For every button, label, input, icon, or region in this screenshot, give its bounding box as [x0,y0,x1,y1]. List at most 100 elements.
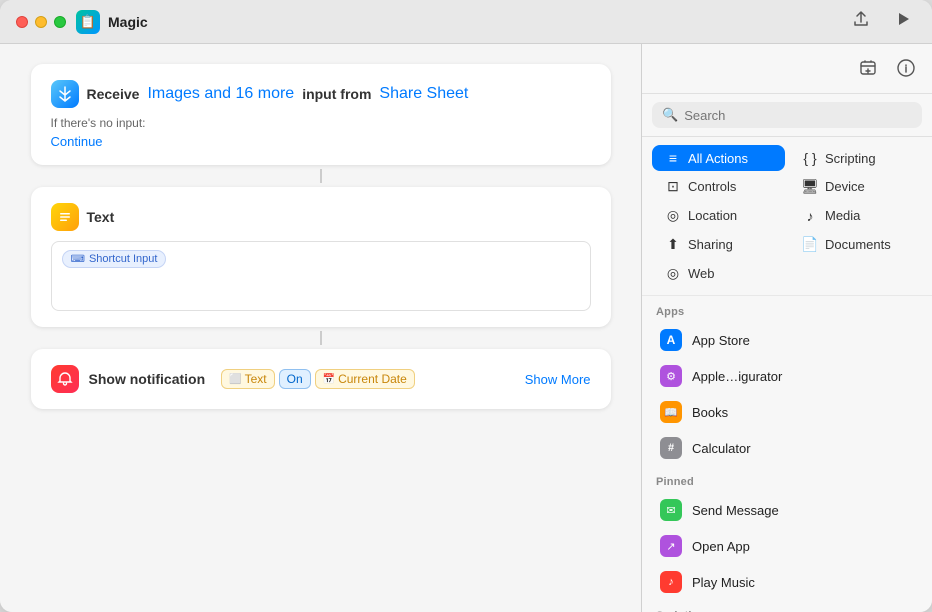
action-books[interactable]: 📖 Books [650,394,924,430]
shortcut-icon: ⌨ [71,254,85,265]
category-device[interactable]: 🖥 Device [789,173,922,200]
main-window: 📋 Magic [0,0,932,612]
action-send-message[interactable]: ✉ Send Message [650,492,924,528]
add-to-shortcuts-button[interactable] [856,56,880,85]
apple-configurator-icon: ⚙ [660,365,682,387]
minimize-button[interactable] [35,16,47,28]
divider-2 [320,331,322,345]
category-sharing[interactable]: ⬆ Sharing [652,231,785,258]
receive-source-link[interactable]: Share Sheet [379,85,468,103]
category-documents[interactable]: 📄 Documents [789,231,922,258]
controls-label: Controls [688,179,736,194]
notification-title: Show notification [89,371,206,387]
location-icon: ◎ [664,207,682,224]
books-icon: 📖 [660,401,682,423]
text-card-header: Text [51,203,591,231]
sidebar-header [642,44,932,94]
search-container: 🔍 [642,94,932,137]
send-message-label: Send Message [692,503,779,518]
action-apple-configurator[interactable]: ⚙ Apple…igurator [650,358,924,394]
books-label: Books [692,405,728,420]
receive-icon [51,80,79,108]
show-more-button[interactable]: Show More [525,372,591,387]
text-icon [51,203,79,231]
location-label: Location [688,208,737,223]
main-content: Receive Images and 16 more input from Sh… [0,44,932,612]
controls-icon: ⊡ [664,178,682,195]
apps-section-label: Apps [650,296,924,322]
category-row-1: ≡ All Actions { } Scripting [652,145,922,171]
receive-card: Receive Images and 16 more input from Sh… [31,64,611,165]
text-input-area[interactable]: ⌨ Shortcut Input [51,241,591,311]
sharing-label: Sharing [688,237,733,252]
calculator-label: Calculator [692,441,751,456]
open-app-label: Open App [692,539,750,554]
app-icon: 📋 [76,10,100,34]
search-icon: 🔍 [662,107,678,123]
notification-icon [51,365,79,393]
close-button[interactable] [16,16,28,28]
action-play-music[interactable]: ♪ Play Music [650,564,924,600]
scripting-section-label: Scripting [650,600,924,612]
pinned-section-label: Pinned [650,466,924,492]
notification-card: Show notification ⬜ Text On 📅 Current Da… [31,349,611,409]
category-all-actions[interactable]: ≡ All Actions [652,145,785,171]
media-icon: ♪ [801,208,819,224]
sharing-icon: ⬆ [664,236,682,253]
search-box: 🔍 [652,102,922,128]
continue-link[interactable]: Continue [51,134,591,149]
web-label: Web [688,266,715,281]
app-store-icon: A [660,329,682,351]
documents-label: Documents [825,237,891,252]
receive-label: Receive [87,86,140,102]
titlebar-actions [848,6,916,37]
web-icon: ◎ [664,265,682,282]
window-title: Magic [108,14,148,30]
text-card: Text ⌨ Shortcut Input [31,187,611,327]
all-actions-label: All Actions [688,151,748,166]
receive-input-link[interactable]: Images and 16 more [147,85,294,103]
notification-tags: ⬜ Text On 📅 Current Date [221,369,415,389]
scripting-label: Scripting [825,151,876,166]
categories: ≡ All Actions { } Scripting ⊡ Controls 🖥 [642,137,932,296]
play-music-icon: ♪ [660,571,682,593]
action-open-app[interactable]: ↗ Open App [650,528,924,564]
actions-list: Apps A App Store ⚙ Apple…igurator 📖 Book… [642,296,932,612]
category-row-5: ◎ Web [652,260,922,287]
receive-input-from: input from [302,86,371,102]
info-button[interactable] [894,56,918,85]
tag-date: 📅 Current Date [315,369,415,389]
divider-1 [320,169,322,183]
traffic-lights [16,16,66,28]
app-store-label: App Store [692,333,750,348]
workflow-canvas: Receive Images and 16 more input from Sh… [0,44,642,612]
play-button[interactable] [890,6,916,37]
shortcut-label: Shortcut Input [89,253,158,265]
documents-icon: 📄 [801,236,819,253]
text-card-title: Text [87,209,115,225]
category-scripting[interactable]: { } Scripting [789,145,922,171]
category-controls[interactable]: ⊡ Controls [652,173,785,200]
device-icon: 🖥 [801,178,819,195]
action-calculator[interactable]: # Calculator [650,430,924,466]
tag-text: ⬜ Text [221,369,274,389]
receive-card-header: Receive Images and 16 more input from Sh… [51,80,591,108]
all-actions-icon: ≡ [664,150,682,166]
calculator-icon: # [660,437,682,459]
action-app-store[interactable]: A App Store [650,322,924,358]
share-button[interactable] [848,6,874,37]
category-row-2: ⊡ Controls 🖥 Device [652,173,922,200]
shortcut-badge: ⌨ Shortcut Input [62,250,167,268]
category-row-3: ◎ Location ♪ Media [652,202,922,229]
open-app-icon: ↗ [660,535,682,557]
tag-on: On [279,369,311,389]
maximize-button[interactable] [54,16,66,28]
category-row-4: ⬆ Sharing 📄 Documents [652,231,922,258]
category-web[interactable]: ◎ Web [652,260,922,287]
send-message-icon: ✉ [660,499,682,521]
no-input-label: If there's no input: [51,116,591,130]
category-location[interactable]: ◎ Location [652,202,785,229]
category-media[interactable]: ♪ Media [789,202,922,229]
search-input[interactable] [684,108,912,123]
titlebar: 📋 Magic [0,0,932,44]
